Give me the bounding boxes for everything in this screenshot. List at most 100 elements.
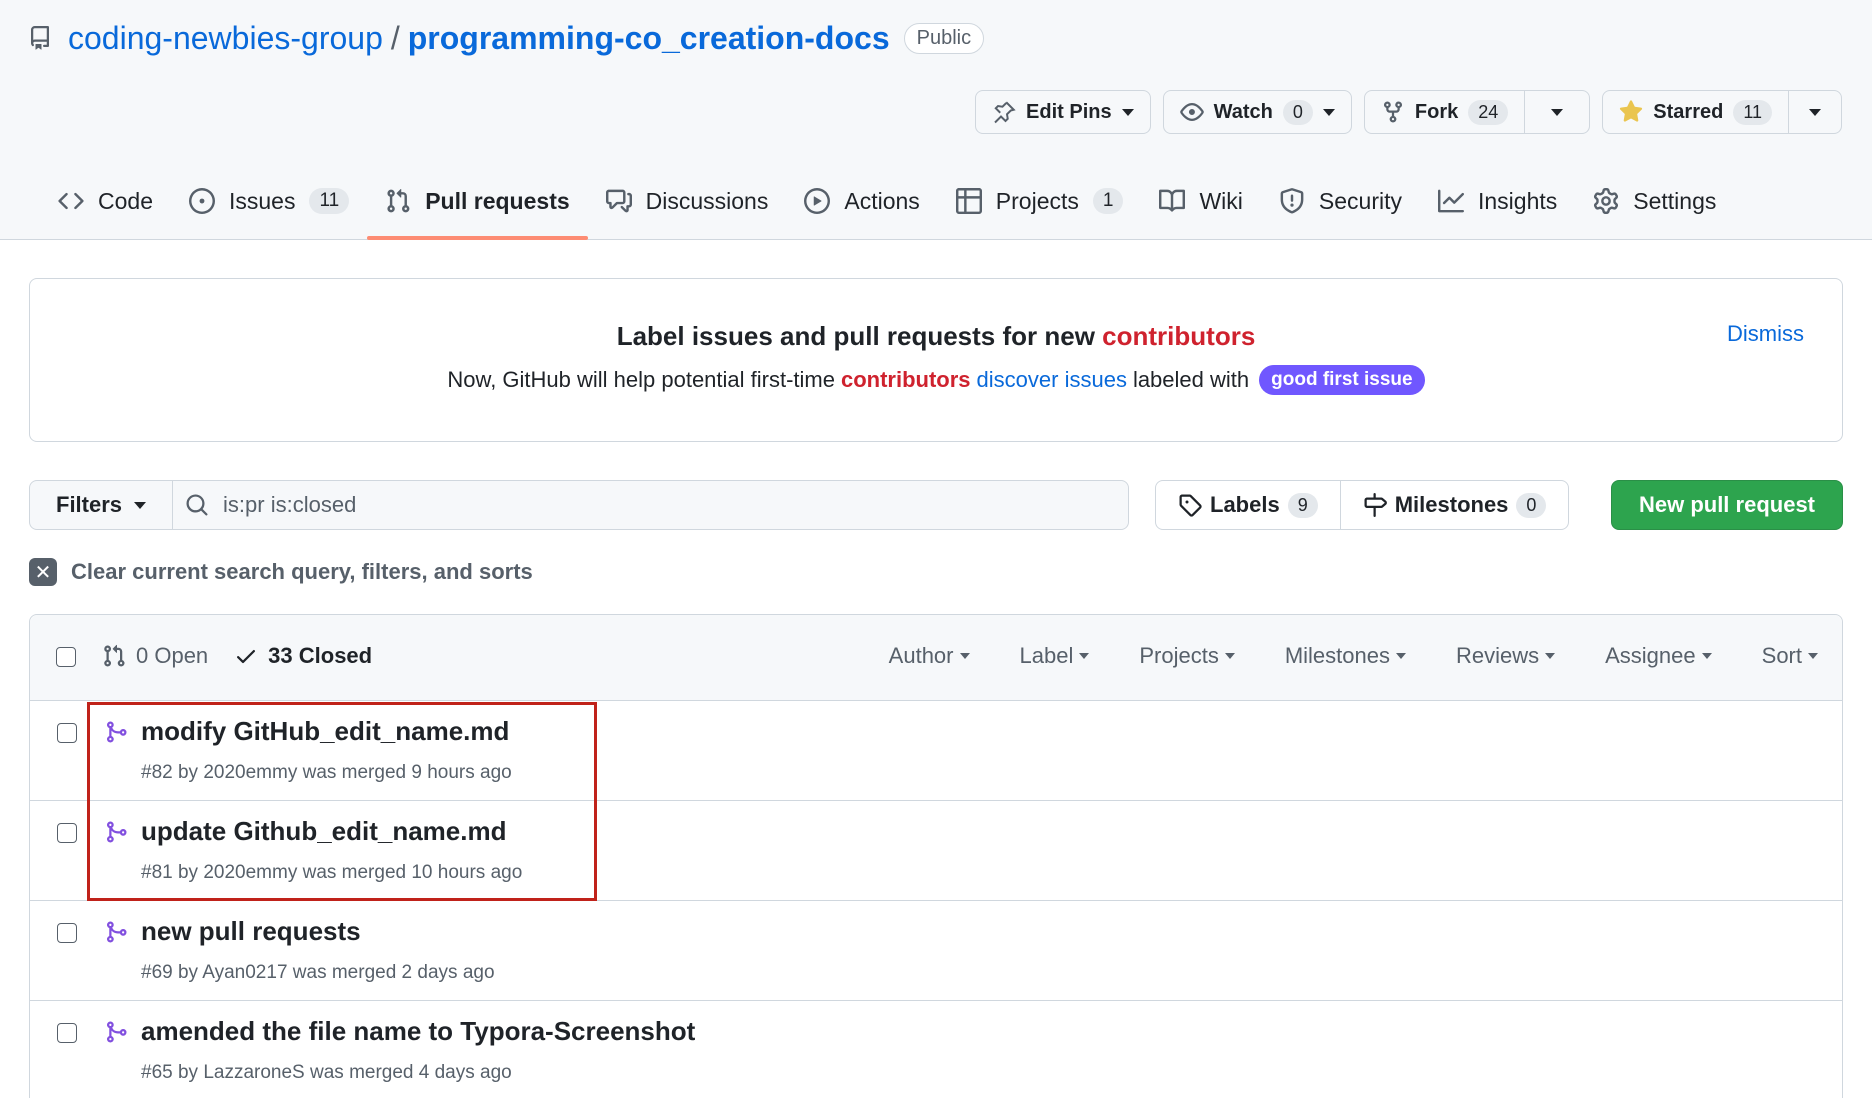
- table-icon: [955, 188, 982, 214]
- milestones-button[interactable]: Milestones 0: [1339, 481, 1569, 529]
- labels-button[interactable]: Labels 9: [1156, 481, 1340, 529]
- milestone-icon: [1364, 493, 1387, 517]
- new-pull-request-button[interactable]: New pull request: [1611, 480, 1843, 530]
- tab-issues[interactable]: Issues 11: [171, 170, 367, 232]
- sort-label: Milestones: [1284, 643, 1390, 668]
- merged-icon: [107, 1021, 127, 1043]
- clear-filters-link[interactable]: ✕ Clear current search query, filters, a…: [29, 558, 533, 586]
- sort-label: Label: [1019, 643, 1074, 668]
- fork-count: 24: [1468, 99, 1509, 125]
- star-count: 11: [1733, 99, 1772, 125]
- starred-label: Starred: [1653, 100, 1724, 123]
- assignee-filter[interactable]: Assignee: [1605, 643, 1712, 669]
- discussions-icon: [605, 189, 632, 213]
- label-filter[interactable]: Label: [1020, 643, 1090, 669]
- watch-button[interactable]: Watch 0: [1162, 90, 1352, 134]
- list-item: update Github_edit_name.md #81 by 2020em…: [30, 801, 1842, 901]
- merged-icon: [107, 821, 127, 843]
- reviews-filter[interactable]: Reviews: [1456, 643, 1556, 669]
- edit-pins-button[interactable]: Edit Pins: [975, 90, 1151, 134]
- visibility-badge: Public: [903, 22, 985, 54]
- tab-pull-requests[interactable]: Pull requests: [367, 170, 589, 240]
- pr-title-link[interactable]: amended the file name to Typora-Screensh…: [141, 1016, 695, 1047]
- issues-count: 11: [309, 188, 350, 214]
- banner-title-highlight: contributors: [1102, 321, 1256, 351]
- discover-issues-link[interactable]: discover issues: [977, 367, 1127, 393]
- banner-text-start: Now, GitHub will help potential first-ti…: [447, 367, 835, 392]
- banner-text-contributors: contributors: [840, 367, 971, 392]
- dismiss-button[interactable]: Dismiss: [1727, 321, 1804, 347]
- tab-label: Wiki: [1199, 187, 1243, 214]
- tab-discussions[interactable]: Discussions: [588, 170, 787, 232]
- fork-dropdown[interactable]: [1524, 91, 1589, 133]
- row-checkbox[interactable]: [57, 823, 77, 843]
- row-checkbox[interactable]: [57, 923, 77, 943]
- state-filters: 0 Open 33 Closed: [102, 643, 372, 669]
- pr-meta: #69 by Ayan0217 was merged 2 days ago: [141, 962, 495, 983]
- list-item: amended the file name to Typora-Screensh…: [30, 1001, 1842, 1098]
- banner-text-end: labeled with: [1132, 367, 1250, 392]
- tab-insights[interactable]: Insights: [1420, 170, 1575, 232]
- sort-dropdown[interactable]: Sort: [1762, 643, 1818, 669]
- tab-code[interactable]: Code: [40, 170, 171, 232]
- repo-icon: [30, 26, 49, 50]
- projects-filter[interactable]: Projects: [1139, 643, 1235, 669]
- chevron-down-icon: [1121, 108, 1134, 116]
- banner-title-text: Label issues and pull requests for new: [616, 321, 1103, 351]
- chevron-down-icon: [1809, 108, 1821, 116]
- fork-icon: [1383, 101, 1402, 123]
- star-filled-icon: [1620, 100, 1643, 122]
- tab-label: Insights: [1478, 187, 1558, 214]
- sort-label: Author: [888, 643, 954, 668]
- pr-title-link[interactable]: modify GitHub_edit_name.md: [141, 716, 509, 747]
- row-checkbox[interactable]: [57, 1023, 77, 1043]
- repo-nav-tabs: Code Issues 11 Pull requests Discussions…: [40, 170, 1734, 240]
- watch-label: Watch: [1213, 100, 1273, 123]
- select-all-checkbox[interactable]: [56, 647, 76, 667]
- tab-actions[interactable]: Actions: [786, 170, 937, 232]
- open-count-label: 0 Open: [136, 643, 209, 668]
- author-filter[interactable]: Author: [889, 643, 970, 669]
- fork-label: Fork: [1414, 100, 1459, 123]
- labels-count: 9: [1287, 492, 1318, 518]
- open-filter[interactable]: 0 Open: [102, 643, 208, 669]
- repo-owner-link[interactable]: coding-newbies-group: [68, 20, 383, 57]
- good-first-issue-label[interactable]: good first issue: [1259, 365, 1425, 395]
- tab-projects[interactable]: Projects 1: [938, 170, 1142, 232]
- starred-button[interactable]: Starred 11: [1603, 91, 1788, 133]
- gear-icon: [1594, 188, 1619, 214]
- tab-wiki[interactable]: Wiki: [1141, 170, 1260, 232]
- merged-icon: [107, 921, 127, 943]
- tab-label: Actions: [844, 187, 920, 214]
- labels-milestones-group: Labels 9 Milestones 0: [1155, 480, 1570, 530]
- repo-name-link[interactable]: programming-co_creation-docs: [408, 20, 890, 57]
- list-item: new pull requests #69 by Ayan0217 was me…: [30, 901, 1842, 1001]
- milestones-label: Milestones: [1394, 492, 1509, 517]
- check-icon: [237, 650, 256, 664]
- sort-filters: Author Label Projects Milestones Reviews…: [889, 643, 1818, 669]
- search-input[interactable]: is:pr is:closed: [173, 481, 1128, 529]
- repo-title: coding-newbies-group / programming-co_cr…: [28, 16, 985, 60]
- pr-meta: #82 by 2020emmy was merged 9 hours ago: [141, 762, 512, 783]
- filters-button[interactable]: Filters: [30, 481, 174, 529]
- tab-settings[interactable]: Settings: [1575, 170, 1734, 232]
- contributors-banner: Label issues and pull requests for new c…: [29, 278, 1843, 442]
- repo-actions: Edit Pins Watch 0 Fork 24 Starred 11: [975, 90, 1842, 134]
- pr-meta: #81 by 2020emmy was merged 10 hours ago: [141, 862, 523, 883]
- pr-meta: #65 by LazzaroneS was merged 4 days ago: [141, 1062, 512, 1083]
- row-checkbox[interactable]: [57, 723, 77, 743]
- pr-title-link[interactable]: new pull requests: [141, 916, 361, 947]
- repo-header: coding-newbies-group / programming-co_cr…: [0, 0, 1872, 240]
- closed-filter[interactable]: 33 Closed: [234, 643, 372, 669]
- milestones-filter[interactable]: Milestones: [1285, 643, 1406, 669]
- tab-security[interactable]: Security: [1261, 170, 1420, 232]
- projects-count: 1: [1092, 188, 1124, 214]
- pr-title-link[interactable]: update Github_edit_name.md: [141, 816, 507, 847]
- tab-label: Settings: [1633, 187, 1717, 214]
- search-value: is:pr is:closed: [223, 492, 357, 517]
- star-dropdown[interactable]: [1788, 91, 1841, 133]
- code-icon: [58, 192, 84, 210]
- fork-button[interactable]: Fork 24: [1365, 91, 1524, 133]
- sort-label: Assignee: [1605, 643, 1696, 668]
- chevron-down-icon: [1701, 653, 1712, 659]
